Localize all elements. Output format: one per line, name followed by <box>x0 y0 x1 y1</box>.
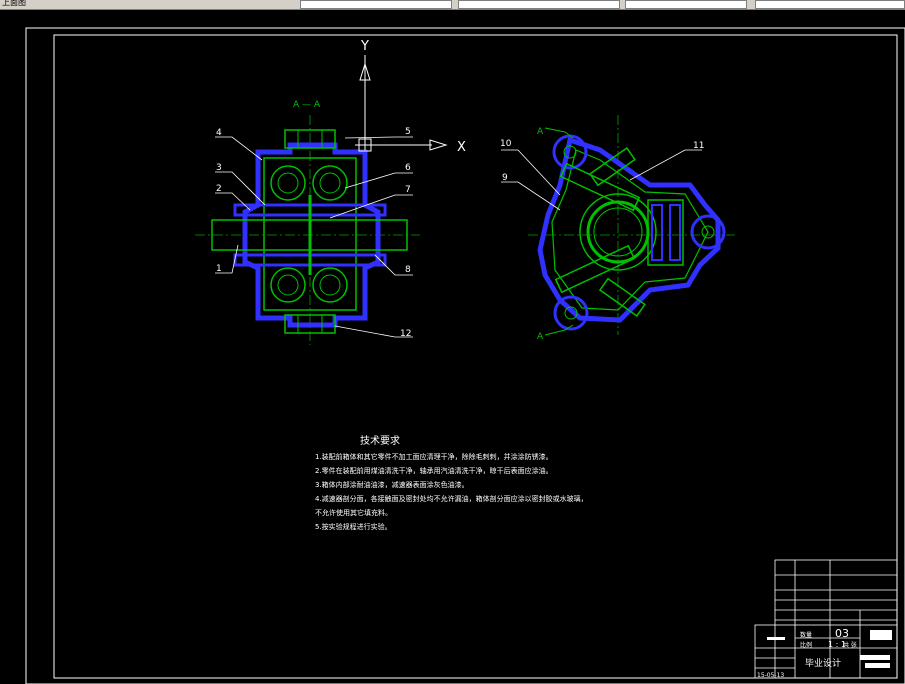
part-no-5: 5 <box>405 127 411 137</box>
axis-x-label: X <box>457 140 466 155</box>
section-mark-bottom: A <box>537 332 544 342</box>
notes-line-3: 3.箱体内部涂耐油油漆，减速器表面涂灰色油漆。 <box>315 481 469 489</box>
part-no-7: 7 <box>405 185 411 195</box>
part-no-4: 4 <box>216 128 222 138</box>
notes-line-1: 1.装配前箱体和其它零件不加工面应清理干净，除除毛刺刺，并涂涂防锈漆。 <box>315 453 553 461</box>
toolbar-icon-buttons[interactable] <box>240 0 284 7</box>
toolbar: 上面图 <box>0 0 905 10</box>
part-no-11: 11 <box>693 141 704 151</box>
notes-line-6: 5.按实验规程进行实验。 <box>315 523 392 531</box>
part-no-6: 6 <box>405 163 411 173</box>
drawing-canvas[interactable]: Y X A — A 4 3 2 1 5 6 7 8 12 A A 10 9 11… <box>0 10 905 684</box>
part-no-2: 2 <box>216 184 222 194</box>
drawing-date: 15-05-13 <box>757 672 784 679</box>
sheet-number: 03 <box>835 627 849 640</box>
outer-frame <box>25 27 905 684</box>
part-no-3: 3 <box>216 163 222 173</box>
label-qty: 数量 <box>800 631 812 639</box>
label-sheet: 共 张 <box>843 641 857 649</box>
section-view-a-a: Y X A — A 4 3 2 1 5 6 7 8 12 <box>195 39 466 345</box>
cad-drawing: Y X A — A 4 3 2 1 5 6 7 8 12 A A 10 9 11… <box>25 27 905 684</box>
end-view: A A 10 9 11 <box>500 115 735 342</box>
notes-line-2: 2.零件在装配前用煤油清洗干净，轴承用汽油清洗干净，晾干后表面应涂油。 <box>315 467 553 475</box>
toolbar-plotstyle-field[interactable] <box>755 0 905 9</box>
notes-title: 技术要求 <box>360 436 400 447</box>
project-title: 毕业设计 <box>805 657 841 669</box>
label-scale: 比例 <box>800 641 812 649</box>
toolbar-left-text: 上面图 <box>2 0 26 7</box>
part-no-10: 10 <box>500 139 512 149</box>
part-no-9: 9 <box>502 173 508 183</box>
section-mark-top: A <box>537 127 544 137</box>
inner-frame <box>53 34 898 679</box>
axis-y-label: Y <box>360 39 369 54</box>
part-no-12: 12 <box>400 329 411 339</box>
section-label: A — A <box>293 100 321 110</box>
toolbar-lineweight-field[interactable] <box>625 0 747 9</box>
notes-line-4: 4.减速器剖分面，各接触面及密封处均不允许漏油，箱体剖分面应涂以密封胶或水玻璃， <box>315 495 588 503</box>
toolbar-layer-field[interactable] <box>300 0 452 9</box>
toolbar-linetype-field[interactable] <box>458 0 620 9</box>
part-no-8: 8 <box>405 265 411 275</box>
part-no-1: 1 <box>216 264 222 274</box>
notes-line-5: 不允许使用其它填充料。 <box>315 509 392 517</box>
